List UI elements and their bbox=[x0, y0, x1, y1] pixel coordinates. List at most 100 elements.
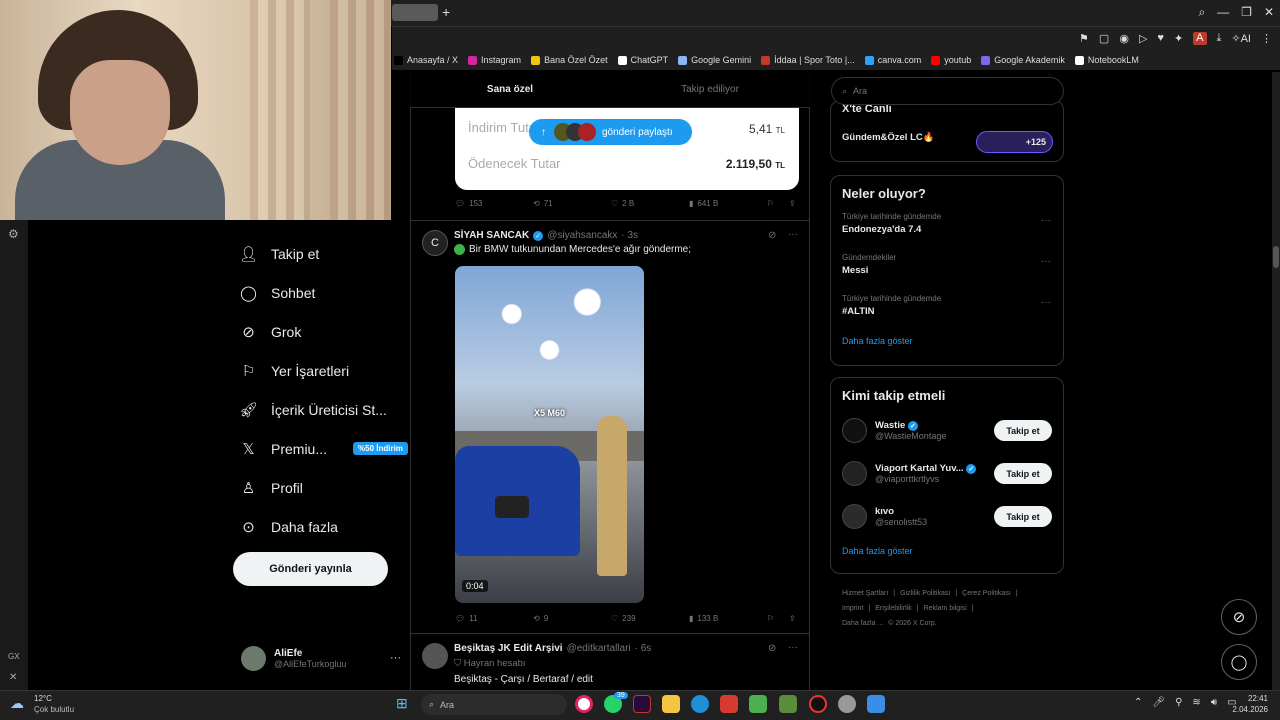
trend-item[interactable]: Gündemdekiler Messi ··· bbox=[831, 248, 1063, 289]
footer-link[interactable]: Reklam bilgisi bbox=[924, 605, 967, 612]
more-icon[interactable]: ··· bbox=[788, 642, 798, 653]
bookmark-item[interactable]: Instagram bbox=[468, 55, 521, 65]
more-icon[interactable]: ··· bbox=[390, 652, 401, 664]
share-icon[interactable]: ⇪ bbox=[789, 199, 796, 208]
bookmark-item[interactable]: Google Gemini bbox=[678, 55, 751, 65]
flag-icon[interactable]: ⚑ bbox=[1079, 32, 1089, 45]
trend-item[interactable]: Türkiye tarihinde gündemde Endonezya'da 7… bbox=[831, 207, 1063, 248]
nav-item[interactable]: 👤︎ Takip et bbox=[239, 234, 408, 273]
play-icon[interactable]: ▷ bbox=[1139, 32, 1147, 45]
avatar[interactable] bbox=[422, 643, 448, 669]
new-posts-pill[interactable]: ↑ gönderi paylaştı bbox=[529, 119, 692, 145]
like-button[interactable]: ♡ 239 bbox=[611, 614, 689, 623]
author-handle[interactable]: @siyahsancakx bbox=[547, 230, 617, 241]
reply-button[interactable]: 💬︎ 11 bbox=[455, 614, 533, 623]
bookmark-item[interactable]: İddaa | Spor Toto |... bbox=[761, 55, 855, 65]
footer-link[interactable]: Imprint bbox=[842, 605, 863, 612]
bookmark-item[interactable]: youtub bbox=[931, 55, 971, 65]
show-more-link[interactable]: Daha fazla göster bbox=[831, 538, 1063, 562]
profile-icon[interactable]: A bbox=[1193, 32, 1207, 45]
nav-item[interactable]: 𝕏 Premiu... %50 İndirim bbox=[240, 429, 408, 468]
search-input[interactable]: ⌕ Ara bbox=[831, 77, 1064, 105]
bookmark-item[interactable]: NotebookLM bbox=[1074, 55, 1139, 65]
windows-start-icon[interactable]: ⊞ bbox=[396, 695, 408, 712]
browser-tab[interactable] bbox=[392, 4, 438, 21]
davinci-icon[interactable] bbox=[633, 695, 651, 713]
opera-icon[interactable] bbox=[575, 695, 593, 713]
show-more-link[interactable]: Daha fazla göster bbox=[831, 330, 1063, 352]
menu-icon[interactable]: ⋮ bbox=[1261, 32, 1272, 45]
footer-link[interactable]: © 2026 X Corp. bbox=[888, 620, 936, 627]
download-icon[interactable]: ⤓ bbox=[1217, 32, 1222, 45]
minimize-icon[interactable]: — bbox=[1217, 5, 1229, 20]
views-button[interactable]: ▮ 133 B bbox=[689, 614, 767, 623]
steam-icon[interactable] bbox=[809, 695, 827, 713]
pdf-icon[interactable] bbox=[720, 695, 738, 713]
bookmark-item[interactable]: ChatGPT bbox=[617, 55, 668, 65]
post-button[interactable]: Gönderi yayınla bbox=[233, 552, 388, 586]
wifi-icon[interactable]: ≋ bbox=[1192, 697, 1200, 708]
grok-icon[interactable]: ⊘ bbox=[768, 230, 776, 241]
repost-button[interactable]: ⟲ 71 bbox=[533, 199, 611, 208]
scroll-thumb[interactable] bbox=[1273, 246, 1279, 268]
location-icon[interactable]: ⚲ bbox=[1175, 697, 1182, 708]
nav-item[interactable]: ◯ Sohbet bbox=[240, 273, 408, 312]
footer-link[interactable]: Gizlilik Politikası bbox=[900, 590, 950, 597]
scrollbar[interactable] bbox=[1272, 72, 1280, 690]
mic-icon[interactable]: 🎤︎ bbox=[1152, 697, 1165, 708]
like-button[interactable]: ♡ 2 B bbox=[611, 199, 689, 208]
author-name[interactable]: SİYAH SANCAK bbox=[454, 230, 529, 241]
grok-button[interactable]: ⊘ bbox=[1221, 599, 1257, 635]
tab-for-you[interactable]: Sana özel bbox=[410, 72, 610, 107]
premium-badge[interactable]: %50 İndirim bbox=[353, 442, 408, 455]
restore-icon[interactable]: ❐ bbox=[1241, 5, 1252, 20]
close-icon[interactable]: ✕ bbox=[9, 672, 17, 683]
volume-icon[interactable]: 🔊︎ bbox=[1211, 697, 1217, 708]
more-icon[interactable]: ··· bbox=[788, 229, 798, 240]
folder-icon[interactable] bbox=[662, 695, 680, 713]
repost-button[interactable]: ⟲ 9 bbox=[533, 614, 611, 623]
ai-icon[interactable]: ✧AI bbox=[1231, 32, 1251, 45]
account-switcher[interactable]: AliEfe @AliEfeTurkogluu ··· bbox=[241, 643, 401, 673]
footer-link[interactable]: Çerez Politikası bbox=[962, 590, 1011, 597]
tab-following[interactable]: Takip ediliyor bbox=[610, 72, 810, 107]
footer-link[interactable]: Erişilebilirlik bbox=[875, 605, 912, 612]
avatar[interactable]: C bbox=[422, 230, 448, 256]
weather-desc[interactable]: Çok bulutlu bbox=[34, 705, 74, 714]
nav-item[interactable]: ⚐ Yer İşaretleri bbox=[240, 351, 408, 390]
messages-button[interactable]: ◯ bbox=[1221, 644, 1257, 680]
follow-button[interactable]: Takip et bbox=[994, 420, 1052, 441]
footer-link[interactable]: Daha fazla ... bbox=[842, 620, 883, 627]
bookmark-icon[interactable]: ⚐ bbox=[767, 614, 789, 623]
nav-item[interactable]: ♙ Profil bbox=[240, 468, 408, 507]
share-icon[interactable]: ⇪ bbox=[789, 614, 796, 623]
excel-icon[interactable] bbox=[779, 695, 797, 713]
trend-item[interactable]: Türkiye tarihinde gündemde #ALTIN ··· bbox=[831, 289, 1063, 330]
views-button[interactable]: ▮ 641 B bbox=[689, 199, 767, 208]
follow-button[interactable]: Takip et bbox=[994, 506, 1052, 527]
video-player[interactable]: X5 M60 0:04 bbox=[455, 266, 644, 603]
follow-button[interactable]: Takip et bbox=[994, 463, 1052, 484]
follow-suggestion[interactable]: kıvo @senolistt53 Takip et bbox=[831, 495, 1063, 538]
bookmark-icon[interactable]: ⚐ bbox=[767, 199, 789, 208]
heart-icon[interactable]: ♥ bbox=[1157, 32, 1164, 45]
grok-icon[interactable]: ⊘ bbox=[768, 643, 776, 654]
clock-date[interactable]: 2.04.2026 bbox=[1222, 705, 1268, 714]
paint-icon[interactable] bbox=[867, 695, 885, 713]
app-icon[interactable] bbox=[749, 695, 767, 713]
follow-suggestion[interactable]: Wastie ✓ @WastieMontage Takip et bbox=[831, 409, 1063, 452]
chevron-up-icon[interactable]: ⌃ bbox=[1134, 697, 1142, 708]
bookmark-item[interactable]: Anasayfa / X bbox=[394, 55, 458, 65]
settings-icon[interactable] bbox=[838, 695, 856, 713]
nav-item[interactable]: 🚀︎ İçerik Üreticisi St... bbox=[239, 390, 408, 429]
more-icon[interactable]: ··· bbox=[1041, 256, 1051, 267]
taskbar-search[interactable]: ⌕ Ara bbox=[421, 694, 567, 715]
bookmark-item[interactable]: canva.com bbox=[864, 55, 921, 65]
more-icon[interactable]: ··· bbox=[1041, 297, 1051, 308]
nav-item[interactable]: ⊘ Grok bbox=[240, 312, 408, 351]
follow-suggestion[interactable]: Viaport Kartal Yuv... ✓ @viaporttkrtlyvs T… bbox=[831, 452, 1063, 495]
camera-icon[interactable]: ◉ bbox=[1119, 32, 1129, 45]
bookmark-item[interactable]: Bana Özel Özet bbox=[531, 55, 608, 65]
screenshot-icon[interactable]: ▢ bbox=[1099, 32, 1109, 45]
bookmark-item[interactable]: Google Akademik bbox=[981, 55, 1065, 65]
